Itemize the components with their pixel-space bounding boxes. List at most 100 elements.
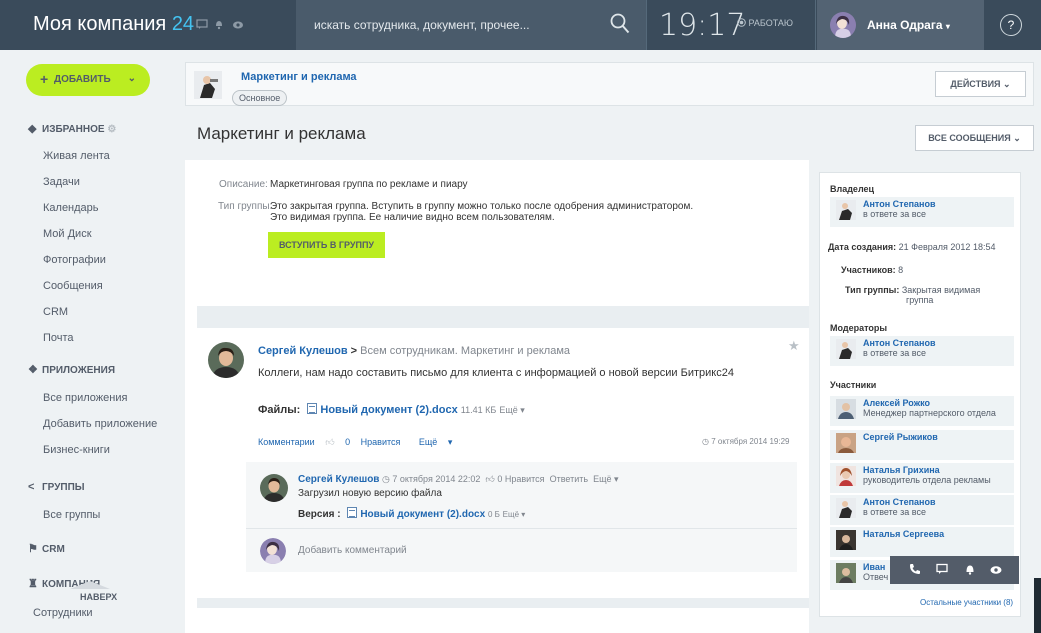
comment-like[interactable]: 👍︎ 0 Нравится xyxy=(485,474,544,484)
owner-row[interactable]: Антон Степанов в ответе за все xyxy=(830,197,1014,227)
created-field: Дата создания: 21 Февраля 2012 18:54 xyxy=(828,242,996,252)
chevron-down-icon: ⌄ xyxy=(1003,79,1011,89)
group-name-link[interactable]: Маркетинг и реклама xyxy=(241,71,357,83)
add-button-label: ДОБАВИТЬ xyxy=(54,74,111,85)
moderator-row[interactable]: Антон Степанов в ответе за все xyxy=(830,336,1014,366)
bell-icon[interactable] xyxy=(213,18,225,30)
participant-row[interactable]: Алексей Рожко Менеджер партнерского отде… xyxy=(830,396,1014,426)
comment-more-link[interactable]: Ещё ▾ xyxy=(593,474,618,484)
reply-link[interactable]: Ответить xyxy=(550,474,588,484)
post-author-avatar[interactable] xyxy=(208,342,244,378)
comment-text: Загрузил новую версию файла xyxy=(298,488,442,499)
description-value: Маркетинговая группа по рекламе и пиару xyxy=(270,179,468,190)
bell-icon[interactable] xyxy=(963,563,977,577)
comments-link[interactable]: Комментарии xyxy=(258,437,315,447)
divider xyxy=(246,528,797,529)
menu-item-all-groups[interactable]: Все группы xyxy=(43,509,100,521)
plus-icon: + xyxy=(40,71,49,87)
group-avatar[interactable] xyxy=(194,71,222,99)
moderator-name-link[interactable]: Антон Степанов xyxy=(863,338,935,348)
moderator-avatar xyxy=(836,339,856,359)
participant-name-link[interactable]: Иван xyxy=(863,562,885,572)
top-bar: Моя компания 24 искать сотрудника, докум… xyxy=(0,0,1041,50)
moderator-role: в ответе за все xyxy=(863,348,926,358)
company-logo[interactable]: Моя компания 24 xyxy=(33,13,194,36)
menu-item-photos[interactable]: Фотографии xyxy=(43,254,106,266)
participant-name-link[interactable]: Сергей Рыжиков xyxy=(863,432,938,442)
participant-avatar xyxy=(836,498,856,518)
menu-item-mail[interactable]: Почта xyxy=(43,332,74,344)
participant-row[interactable]: Антон Степанов в ответе за все xyxy=(830,495,1014,525)
other-participants-link[interactable]: Остальные участники (8) xyxy=(920,598,1013,607)
gear-icon: ⚙ xyxy=(107,124,117,135)
help-button[interactable]: ? xyxy=(1000,14,1022,36)
version-file-link[interactable]: Новый документ (2).docx xyxy=(360,509,485,520)
file-more-link[interactable]: Ещё ▾ xyxy=(499,405,524,415)
all-messages-button[interactable]: ВСЕ СООБЩЕНИЯ ⌄ xyxy=(915,125,1034,151)
participant-row[interactable]: Наталья Грихина руководитель отдела рекл… xyxy=(830,463,1014,493)
participant-row[interactable]: Сергей Рыжиков xyxy=(830,430,1014,460)
menu-item-add-app[interactable]: Добавить приложение xyxy=(43,418,157,430)
record-icon xyxy=(737,18,746,27)
search-input[interactable]: искать сотрудника, документ, прочее... xyxy=(314,18,530,32)
menu-item-crm[interactable]: CRM xyxy=(43,306,68,318)
comment-date: 7 октября 2014 22:02 xyxy=(392,474,481,484)
post-more-link[interactable]: Ещё ▾ xyxy=(419,437,452,447)
page-title: Маркетинг и реклама xyxy=(197,124,366,143)
clock-widget[interactable]: 19:17 РАБОТАЮ xyxy=(646,0,816,50)
like-button[interactable]: 👍︎ 0 Нравится xyxy=(325,437,408,447)
menu-item-business-books[interactable]: Бизнес-книги xyxy=(43,444,110,456)
cloud-icon[interactable] xyxy=(989,563,1003,577)
file-link[interactable]: Новый документ (2).docx xyxy=(320,404,457,416)
section-favorites[interactable]: ◆ ИЗБРАННОЕ ⚙ xyxy=(28,122,116,135)
menu-item-employees[interactable]: Сотрудники xyxy=(33,607,93,619)
comment-author-avatar[interactable] xyxy=(260,474,288,502)
scrollbar[interactable] xyxy=(1034,578,1041,633)
menu-item-feed[interactable]: Живая лента xyxy=(43,150,110,162)
menu-item-tasks[interactable]: Задачи xyxy=(43,176,80,188)
back-to-top-button[interactable]: НАВЕРХ xyxy=(70,581,117,602)
version-label: Версия : xyxy=(298,509,341,520)
participant-name-link[interactable]: Алексей Рожко xyxy=(863,398,930,408)
participant-name-link[interactable]: Наталья Грихина xyxy=(863,465,940,475)
participant-avatar xyxy=(836,466,856,486)
comments-block: Сергей Кулешов ◷ 7 октября 2014 22:02 👍︎… xyxy=(246,462,797,572)
version-more-link[interactable]: Ещё ▾ xyxy=(503,510,526,519)
section-groups[interactable]: < ГРУППЫ xyxy=(28,481,85,493)
participant-name-link[interactable]: Наталья Сергеева xyxy=(863,529,944,539)
menu-item-messages[interactable]: Сообщения xyxy=(43,280,103,292)
participant-avatar xyxy=(836,399,856,419)
apps-icon: ❖ xyxy=(28,364,38,376)
messages-icon[interactable] xyxy=(196,18,208,30)
comment-header: Сергей Кулешов ◷ 7 октября 2014 22:02 👍︎… xyxy=(298,474,619,485)
post-author-link[interactable]: Сергей Кулешов xyxy=(258,345,348,357)
cloud-icon[interactable] xyxy=(232,18,244,30)
chat-icon[interactable] xyxy=(935,563,949,577)
menu-item-all-apps[interactable]: Все приложения xyxy=(43,392,127,404)
search-box[interactable]: искать сотрудника, документ, прочее... xyxy=(296,0,646,50)
menu-item-disk[interactable]: Мой Диск xyxy=(43,228,92,240)
phone-icon[interactable] xyxy=(908,563,922,577)
join-group-button[interactable]: ВСТУПИТЬ В ГРУППУ xyxy=(268,232,385,258)
actions-button[interactable]: ДЕЙСТВИЯ ⌄ xyxy=(935,71,1026,97)
owner-name-link[interactable]: Антон Степанов xyxy=(863,199,935,209)
comment-author-link[interactable]: Сергей Кулешов xyxy=(298,474,379,485)
menu-item-calendar[interactable]: Календарь xyxy=(43,202,99,214)
work-status[interactable]: РАБОТАЮ xyxy=(737,18,793,28)
group-info-sidebar: Владелец Антон Степанов в ответе за все … xyxy=(819,172,1021,617)
group-tag: Основное xyxy=(232,90,288,106)
user-menu[interactable]: Анна Одрага ▾ xyxy=(817,0,984,50)
participant-row[interactable]: Наталья Сергеева xyxy=(830,527,1014,557)
group-type-line1: Это закрытая группа. Вступить в группу м… xyxy=(270,201,694,212)
search-icon[interactable] xyxy=(610,13,630,35)
add-comment-input[interactable]: Добавить комментарий xyxy=(298,545,407,556)
section-crm[interactable]: ⚑ CRM xyxy=(28,542,65,555)
post-actions: Комментарии 👍︎ 0 Нравится Ещё ▾ xyxy=(258,437,460,448)
star-icon[interactable]: ★ xyxy=(788,338,800,354)
flag-icon: ⚑ xyxy=(28,543,38,555)
participant-avatar xyxy=(836,530,856,550)
participant-name-link[interactable]: Антон Степанов xyxy=(863,497,935,507)
add-button[interactable]: + ДОБАВИТЬ ⌄ xyxy=(26,64,150,96)
post-recipients[interactable]: Всем сотрудникам. Маркетинг и реклама xyxy=(360,345,570,357)
section-apps[interactable]: ❖ ПРИЛОЖЕНИЯ xyxy=(28,363,115,376)
